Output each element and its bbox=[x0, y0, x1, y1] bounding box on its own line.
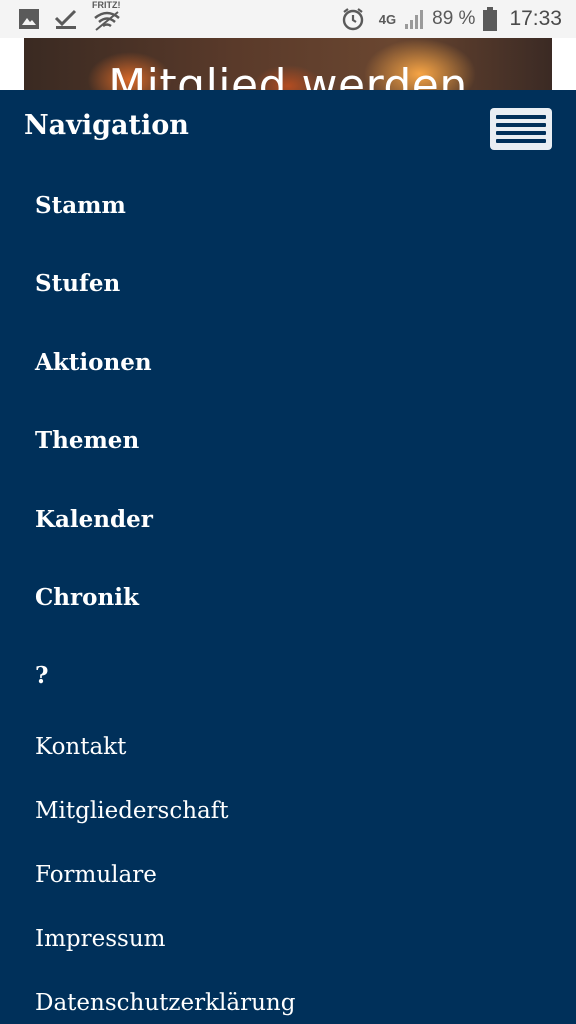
nav-sub-item-datenschutz[interactable]: Datenschutzerklärung bbox=[35, 990, 295, 1016]
nav-item-help[interactable]: ? bbox=[35, 662, 48, 689]
status-bar-right: 4G 89 % 17:33 bbox=[341, 6, 562, 32]
nav-item-kalender[interactable]: Kalender bbox=[35, 506, 153, 533]
nav-item-chronik[interactable]: Chronik bbox=[35, 584, 139, 611]
nav-sub-item-formulare[interactable]: Formulare bbox=[35, 862, 157, 888]
nav-sub-item-impressum[interactable]: Impressum bbox=[35, 926, 165, 952]
nav-sub-item-mitgliederschaft[interactable]: Mitgliederschaft bbox=[35, 798, 229, 824]
navigation-heading: Navigation bbox=[24, 110, 189, 141]
status-bar: FRITZ! 4G 89 % 17:33 bbox=[0, 0, 576, 38]
battery-icon bbox=[483, 7, 498, 31]
nav-item-stufen[interactable]: Stufen bbox=[35, 270, 120, 297]
clock-time: 17:33 bbox=[509, 7, 562, 30]
nav-sub-item-kontakt[interactable]: Kontakt bbox=[35, 734, 126, 760]
checkmark-icon bbox=[54, 8, 78, 30]
image-icon bbox=[18, 8, 40, 30]
nav-item-aktionen[interactable]: Aktionen bbox=[35, 349, 152, 376]
wifi-icon: FRITZ! bbox=[92, 0, 122, 32]
menu-toggle-button[interactable] bbox=[490, 108, 552, 150]
hero-image: Mitglied werden bbox=[24, 38, 552, 98]
network-type-label: 4G bbox=[378, 11, 397, 27]
hamburger-icon bbox=[496, 115, 546, 119]
navigation-drawer: Navigation Stamm Stufen Aktionen Themen … bbox=[0, 90, 576, 1024]
nav-item-themen[interactable]: Themen bbox=[35, 427, 139, 454]
wifi-label: FRITZ! bbox=[92, 0, 121, 10]
battery-percentage: 89 % bbox=[432, 8, 476, 29]
alarm-icon bbox=[341, 7, 365, 31]
signal-icon bbox=[404, 8, 424, 30]
status-bar-left: FRITZ! bbox=[18, 0, 122, 32]
nav-item-stamm[interactable]: Stamm bbox=[35, 192, 126, 219]
